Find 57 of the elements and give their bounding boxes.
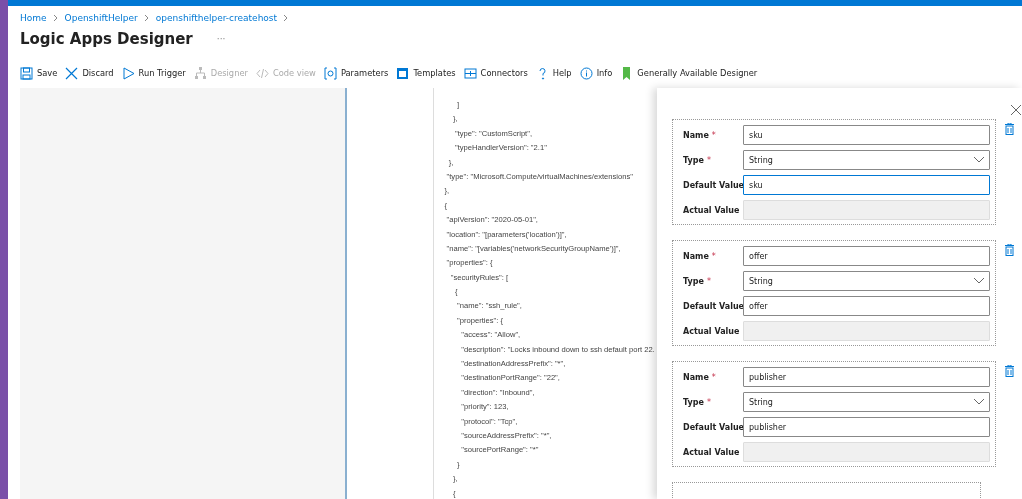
name-field[interactable]: offer xyxy=(743,246,990,266)
field-label: Default Value xyxy=(683,180,743,190)
toolbar-button[interactable]: Discard xyxy=(65,66,114,80)
actual-value-field[interactable] xyxy=(743,442,990,462)
field-label: Actual Value xyxy=(683,326,741,336)
toolbar-button[interactable]: Help xyxy=(535,66,572,80)
chevron-icon xyxy=(143,14,150,22)
toolbar-button[interactable]: Save xyxy=(20,66,58,80)
name-field[interactable]: sku xyxy=(743,125,990,145)
caret-icon xyxy=(974,399,984,405)
connectors-icon xyxy=(463,66,477,80)
more-button[interactable]: ··· xyxy=(216,34,226,44)
type-dropdown[interactable]: String xyxy=(743,271,990,291)
discard-icon xyxy=(65,66,79,80)
designer-icon xyxy=(193,66,207,80)
caret-icon xyxy=(974,157,984,163)
caret-icon xyxy=(974,278,984,284)
default-value-field[interactable]: sku xyxy=(743,175,990,195)
templates-icon xyxy=(396,66,410,80)
field-label: Default Value xyxy=(683,422,743,432)
breadcrumb-link[interactable]: OpenshiftHelper xyxy=(64,13,138,23)
page-title: Logic Apps Designer xyxy=(20,30,193,48)
info-icon xyxy=(579,66,593,80)
toolbar-button[interactable]: Run Trigger xyxy=(121,66,186,80)
trash-icon[interactable] xyxy=(1005,244,1014,256)
actual-value-field[interactable] xyxy=(743,200,990,220)
name-field[interactable]: publisher xyxy=(743,367,990,387)
save-icon xyxy=(20,66,33,80)
toolbar-button[interactable]: Generally Available Designer xyxy=(620,66,758,80)
default-value-field[interactable]: publisher xyxy=(743,417,990,437)
field-label: Default Value xyxy=(683,301,743,311)
code-icon xyxy=(255,66,269,80)
close-icon[interactable] xyxy=(1011,105,1021,115)
trash-icon[interactable] xyxy=(1005,123,1014,135)
type-dropdown[interactable]: String xyxy=(743,392,990,412)
run-icon xyxy=(121,66,135,80)
toolbar-button[interactable]: Templates xyxy=(396,66,456,80)
parameters-icon xyxy=(323,66,337,80)
field-label: Name * xyxy=(683,372,717,382)
breadcrumb-link[interactable]: openshifthelper-createhost xyxy=(155,13,278,23)
field-label: Type * xyxy=(683,155,712,165)
field-label: Type * xyxy=(683,276,712,286)
toolbar-button[interactable]: Info xyxy=(579,66,613,80)
trash-icon[interactable] xyxy=(1005,365,1014,377)
chevron-icon xyxy=(283,14,290,22)
toolbar-button[interactable]: Parameters xyxy=(323,66,389,80)
field-label: Actual Value xyxy=(683,205,741,215)
field-label: Name * xyxy=(683,251,717,261)
toolbar-button[interactable]: Connectors xyxy=(463,66,528,80)
field-label: Type * xyxy=(683,397,712,407)
chevron-icon xyxy=(52,14,59,22)
field-label: Actual Value xyxy=(683,447,741,457)
breadcrumb-link[interactable]: Home xyxy=(20,13,47,23)
default-value-field[interactable]: offer xyxy=(743,296,990,316)
type-dropdown[interactable]: String xyxy=(743,150,990,170)
actual-value-field[interactable] xyxy=(743,321,990,341)
field-label: Name * xyxy=(683,130,717,140)
